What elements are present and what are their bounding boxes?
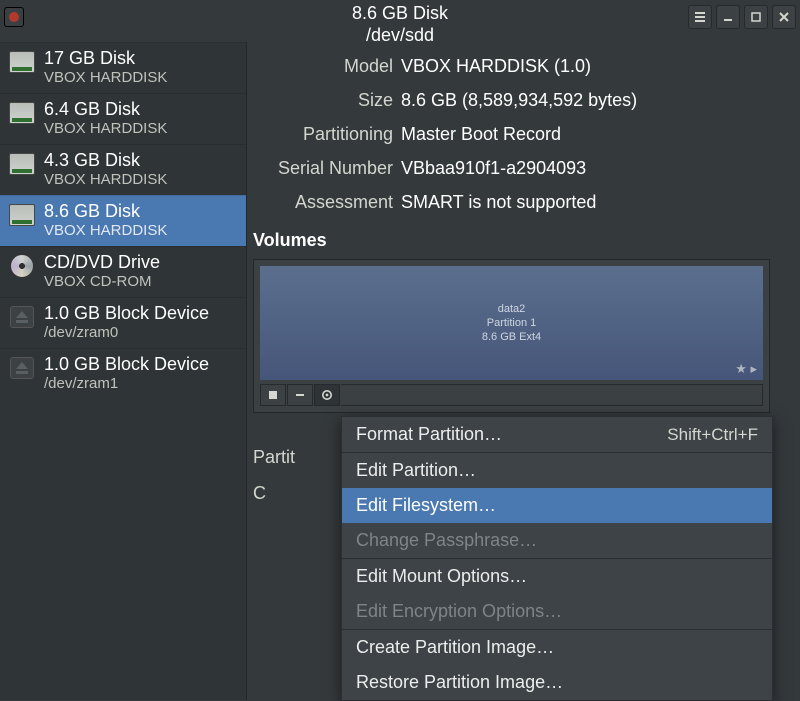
device-item[interactable]: 17 GB DiskVBOX HARDDISK — [0, 42, 246, 93]
device-text: 17 GB DiskVBOX HARDDISK — [44, 48, 167, 88]
device-title: 4.3 GB Disk — [44, 150, 167, 170]
device-sub: VBOX HARDDISK — [44, 221, 167, 241]
device-text: 4.3 GB DiskVBOX HARDDISK — [44, 150, 167, 190]
serial-value: VBbaa910f1-a2904093 — [401, 154, 770, 182]
assessment-label: Assessment — [253, 188, 393, 216]
volume-options-menu: Format Partition… Shift+Ctrl+F Edit Part… — [341, 416, 773, 701]
device-title: 6.4 GB Disk — [44, 99, 167, 119]
menu-create-partition-image[interactable]: Create Partition Image… — [342, 629, 772, 665]
volume-toolbar — [260, 384, 763, 406]
volume-partition: Partition 1 — [487, 316, 537, 330]
drive-menu-button[interactable] — [688, 5, 712, 29]
device-sub: VBOX HARDDISK — [44, 170, 167, 190]
contents-label-cut: C — [253, 475, 333, 511]
maximize-icon — [750, 11, 762, 23]
device-item[interactable]: 1.0 GB Block Device/dev/zram0 — [0, 297, 246, 348]
cd-icon — [8, 254, 36, 278]
eject-icon — [8, 356, 36, 380]
device-text: 1.0 GB Block Device/dev/zram1 — [44, 354, 209, 394]
volume-options-button[interactable] — [314, 384, 340, 406]
volume-name: data2 — [498, 302, 526, 316]
device-item[interactable]: CD/DVD DriveVBOX CD-ROM — [0, 246, 246, 297]
unmount-button[interactable] — [260, 384, 286, 406]
delete-button[interactable] — [287, 384, 313, 406]
eject-icon — [8, 305, 36, 329]
device-title: 17 GB Disk — [44, 48, 167, 68]
device-sub: /dev/zram0 — [44, 323, 209, 343]
app-menu-button[interactable] — [4, 7, 24, 27]
device-item[interactable]: 1.0 GB Block Device/dev/zram1 — [0, 348, 246, 399]
window-title: 8.6 GB Disk /dev/sdd — [352, 2, 448, 46]
menu-format-partition[interactable]: Format Partition… Shift+Ctrl+F — [342, 417, 772, 452]
menu-edit-filesystem[interactable]: Edit Filesystem… — [342, 488, 772, 523]
menu-change-passphrase: Change Passphrase… — [342, 523, 772, 558]
device-sub: VBOX HARDDISK — [44, 119, 167, 139]
menu-edit-partition[interactable]: Edit Partition… — [342, 452, 772, 488]
device-item[interactable]: 8.6 GB DiskVBOX HARDDISK — [0, 195, 246, 246]
device-title: CD/DVD Drive — [44, 252, 160, 272]
serial-label: Serial Number — [253, 154, 393, 182]
device-text: 6.4 GB DiskVBOX HARDDISK — [44, 99, 167, 139]
menu-label: Edit Partition… — [356, 460, 476, 481]
partition-type-label-cut: Partit — [253, 439, 333, 475]
hamburger-icon — [694, 11, 706, 23]
minimize-button[interactable] — [716, 5, 740, 29]
maximize-button[interactable] — [744, 5, 768, 29]
menu-label: Restore Partition Image… — [356, 672, 563, 693]
volumes-box: data2 Partition 1 8.6 GB Ext4 ★ ▸ — [253, 259, 770, 413]
menu-label: Format Partition… — [356, 424, 502, 445]
menu-edit-mount-options[interactable]: Edit Mount Options… — [342, 558, 772, 594]
device-title: 1.0 GB Block Device — [44, 303, 209, 323]
stop-icon — [268, 390, 278, 400]
star-icon: ★ ▸ — [735, 362, 757, 376]
size-label: Size — [253, 86, 393, 114]
device-text: CD/DVD DriveVBOX CD-ROM — [44, 252, 160, 292]
menu-restore-partition-image[interactable]: Restore Partition Image… — [342, 665, 772, 700]
device-title: 1.0 GB Block Device — [44, 354, 209, 374]
minimize-icon — [722, 11, 734, 23]
menu-edit-encryption-options: Edit Encryption Options… — [342, 594, 772, 629]
hdd-icon — [8, 50, 36, 74]
titlebar: 8.6 GB Disk /dev/sdd — [0, 0, 800, 34]
device-item[interactable]: 4.3 GB DiskVBOX HARDDISK — [0, 144, 246, 195]
menu-shortcut: Shift+Ctrl+F — [667, 425, 758, 445]
model-value: VBOX HARDDISK (1.0) — [401, 52, 770, 80]
close-button[interactable] — [772, 5, 796, 29]
device-list: 17 GB DiskVBOX HARDDISK6.4 GB DiskVBOX H… — [0, 42, 247, 700]
device-item[interactable]: 6.4 GB DiskVBOX HARDDISK — [0, 93, 246, 144]
drive-properties: Model VBOX HARDDISK (1.0) Size 8.6 GB (8… — [253, 52, 770, 216]
toolbar-spacer — [341, 384, 763, 406]
partitioning-label: Partitioning — [253, 120, 393, 148]
title-line1: 8.6 GB Disk — [352, 2, 448, 24]
hdd-icon — [8, 152, 36, 176]
volumes-header: Volumes — [253, 230, 770, 251]
device-sub: /dev/zram1 — [44, 374, 209, 394]
volume-size-fs: 8.6 GB Ext4 — [482, 330, 541, 344]
menu-label: Change Passphrase… — [356, 530, 537, 551]
device-title: 8.6 GB Disk — [44, 201, 167, 221]
menu-label: Edit Mount Options… — [356, 566, 527, 587]
size-value: 8.6 GB (8,589,934,592 bytes) — [401, 86, 770, 114]
hdd-icon — [8, 203, 36, 227]
record-icon — [9, 12, 19, 22]
model-label: Model — [253, 52, 393, 80]
device-sub: VBOX HARDDISK — [44, 68, 167, 88]
menu-label: Edit Filesystem… — [356, 495, 496, 516]
close-icon — [778, 11, 790, 23]
volume-block[interactable]: data2 Partition 1 8.6 GB Ext4 ★ ▸ — [260, 266, 763, 380]
device-text: 1.0 GB Block Device/dev/zram0 — [44, 303, 209, 343]
minus-icon — [295, 390, 305, 400]
assessment-value: SMART is not supported — [401, 188, 770, 216]
hdd-icon — [8, 101, 36, 125]
partitioning-value: Master Boot Record — [401, 120, 770, 148]
gear-icon — [321, 389, 333, 401]
menu-label: Create Partition Image… — [356, 637, 554, 658]
menu-label: Edit Encryption Options… — [356, 601, 562, 622]
device-sub: VBOX CD-ROM — [44, 272, 160, 292]
device-text: 8.6 GB DiskVBOX HARDDISK — [44, 201, 167, 241]
